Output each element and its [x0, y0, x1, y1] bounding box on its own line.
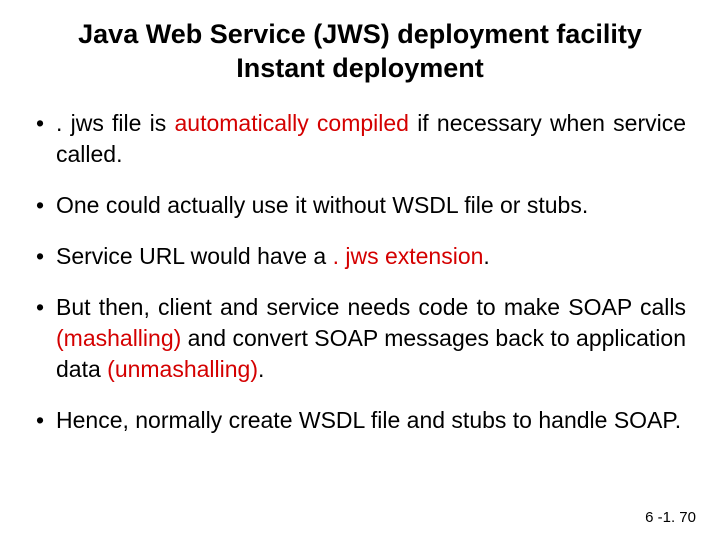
slide: Java Web Service (JWS) deployment facili…: [0, 0, 720, 540]
bullet-5: Hence, normally create WSDL file and stu…: [34, 405, 686, 436]
bullet-3-highlight: . jws extension: [333, 243, 484, 269]
slide-title: Java Web Service (JWS) deployment facili…: [34, 18, 686, 86]
bullet-4: But then, client and service needs code …: [34, 292, 686, 385]
bullet-2-text: One could actually use it without WSDL f…: [56, 192, 588, 218]
title-line-2: Instant deployment: [236, 53, 484, 83]
bullet-1-text-a: . jws file is: [56, 110, 174, 136]
bullet-3: Service URL would have a . jws extension…: [34, 241, 686, 272]
bullet-4-highlight-2: (unmashalling): [107, 356, 258, 382]
bullet-4-text-a: But then, client and service needs code …: [56, 294, 686, 320]
bullet-3-text-c: .: [483, 243, 489, 269]
bullet-5-text: Hence, normally create WSDL file and stu…: [56, 407, 681, 433]
bullet-4-highlight-1: (mashalling): [56, 325, 181, 351]
slide-number: 6 -1. 70: [645, 509, 696, 526]
bullet-1: . jws file is automatically compiled if …: [34, 108, 686, 170]
bullet-1-highlight: automatically compiled: [174, 110, 409, 136]
bullet-list: . jws file is automatically compiled if …: [34, 108, 686, 436]
bullet-3-text-a: Service URL would have a: [56, 243, 333, 269]
bullet-2: One could actually use it without WSDL f…: [34, 190, 686, 221]
title-line-1: Java Web Service (JWS) deployment facili…: [78, 19, 642, 49]
bullet-4-text-e: .: [258, 356, 264, 382]
